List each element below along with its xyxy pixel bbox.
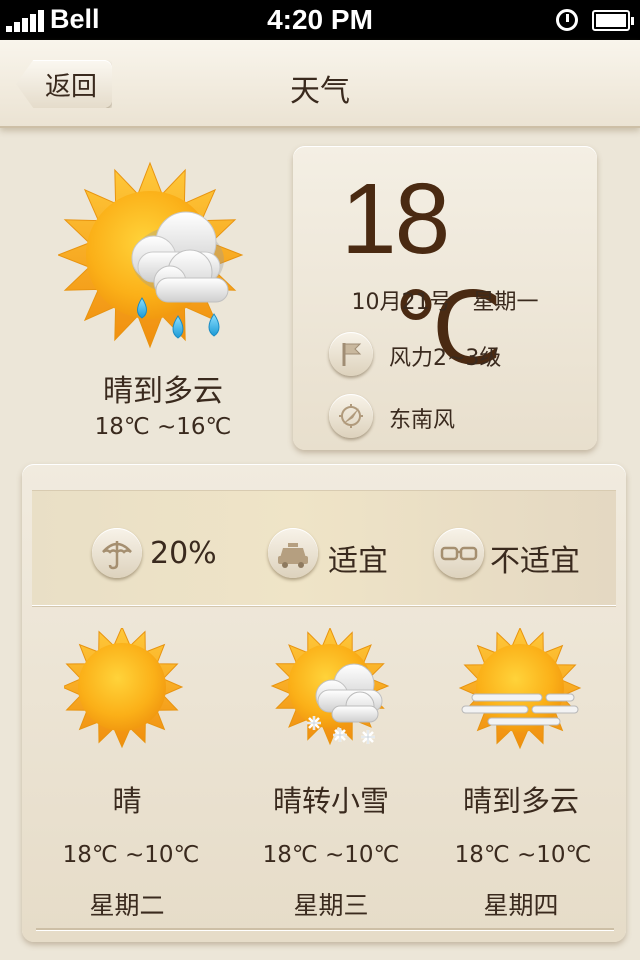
status-time: 4:20 PM <box>267 4 373 35</box>
forecast-temp-range: 18℃ ~10℃ <box>454 842 592 868</box>
forecast-temp-range: 18℃ ~10℃ <box>62 842 200 868</box>
current-weather-card: 18℃ 10月21号 星期一 风力2~3级 东南风 <box>293 146 597 450</box>
today-temp-range: 18℃ ~16℃ <box>94 414 232 440</box>
wind-direction: 东南风 <box>389 408 456 433</box>
forecast-day: 星期四 <box>483 891 559 920</box>
current-date: 10月21号 <box>351 290 452 315</box>
sun-icon <box>64 628 186 750</box>
flag-icon <box>329 332 373 376</box>
forecast-condition: 晴到多云 <box>462 784 579 818</box>
date-weekday: 10月21号 星期一 <box>293 284 597 316</box>
car-icon <box>268 528 318 578</box>
sun-cloud-snow-icon <box>270 628 394 750</box>
sun-cloud-rain-icon <box>58 160 258 360</box>
alarm-clock-icon <box>556 9 578 31</box>
glasses-icon <box>434 528 484 578</box>
current-weekday: 星期一 <box>472 290 539 315</box>
sun-haze-icon <box>458 628 584 750</box>
today-condition: 晴到多云 <box>103 374 223 409</box>
forecast-temp-range: 18℃ ~10℃ <box>262 842 400 868</box>
temperature-value: 18 <box>341 163 450 275</box>
forecast-condition: 晴 <box>112 784 142 818</box>
wind-force: 风力2~3级 <box>389 346 502 371</box>
navigation-bar: 返回 天气 <box>0 40 640 128</box>
battery-icon <box>592 10 634 31</box>
sunglasses-index: 不适宜 <box>490 544 580 579</box>
rain-probability: 20% <box>150 536 217 571</box>
status-bar: Bell 4:20 PM <box>0 0 640 40</box>
divider <box>36 928 614 930</box>
forecast-day: 星期三 <box>293 891 369 920</box>
page-title: 天气 <box>290 74 350 109</box>
compass-icon <box>329 394 373 438</box>
car-wash-index: 适宜 <box>328 544 388 579</box>
forecast-day: 星期二 <box>89 891 165 920</box>
umbrella-icon <box>92 528 142 578</box>
forecast-condition: 晴转小雪 <box>272 784 389 818</box>
